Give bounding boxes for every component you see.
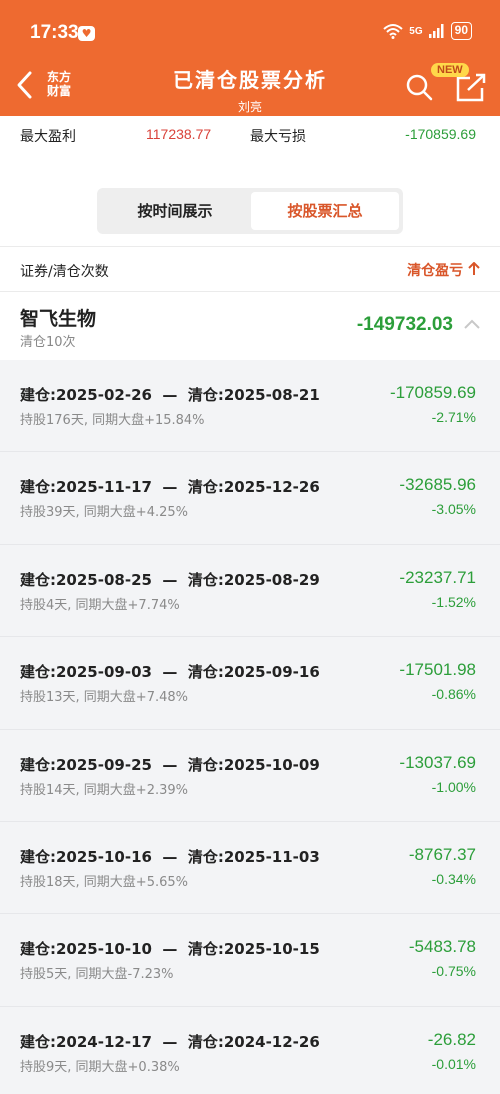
list-item[interactable]: 建仓:2025-08-25 — 清仓:2025-08-29 持股4天, 同期大盘+… <box>0 544 500 638</box>
trade-holding-info: 持股4天, 同期大盘+7.74% <box>20 597 180 613</box>
trade-holding-info: 持股5天, 同期大盘-7.23% <box>20 967 174 983</box>
trade-dates: 建仓:2024-12-17 — 清仓:2024-12-26 <box>20 1032 320 1051</box>
page-title: 已清仓股票分析 <box>173 68 327 92</box>
app-header: 17:33 ♥ 5G 90 东方 财富 已清仓股票分析 刘亮 NEW <box>0 0 500 116</box>
max-profit-label: 最大盈利 <box>20 129 76 145</box>
trade-amount: -17501.98 <box>399 660 476 680</box>
stock-total-pnl: -149732.03 <box>356 314 453 335</box>
logo-line-1: 东方 <box>46 70 71 84</box>
trade-holding-info: 持股14天, 同期大盘+2.39% <box>20 782 188 798</box>
signal-icon <box>428 24 444 38</box>
trade-holding-info: 持股18天, 同期大盘+5.65% <box>20 874 188 890</box>
clear-count: 清仓10次 <box>20 335 76 350</box>
arrow-up-icon <box>468 261 480 275</box>
trade-holding-info: 持股39天, 同期大盘+4.25% <box>20 505 188 521</box>
search-icon[interactable] <box>404 72 434 102</box>
trade-holding-info: 持股13天, 同期大盘+7.48% <box>20 690 188 706</box>
sort-by-pnl-button[interactable]: 清仓盈亏 <box>407 260 480 280</box>
trade-list: 建仓:2025-02-26 — 清仓:2025-08-21 持股176天, 同期大… <box>0 360 500 1094</box>
stock-name: 智飞生物 <box>20 308 97 330</box>
trade-percent: -0.01% <box>431 1055 476 1072</box>
trade-dates: 建仓:2025-09-25 — 清仓:2025-10-09 <box>20 755 320 774</box>
trade-holding-info: 持股9天, 同期大盘+0.38% <box>20 1059 180 1075</box>
trade-amount: -26.82 <box>427 1029 476 1049</box>
max-profit-value: 117238.77 <box>146 126 212 142</box>
trade-dates: 建仓:2025-10-10 — 清仓:2025-10-15 <box>20 940 320 959</box>
status-time: 17:33 <box>30 22 79 43</box>
trade-dates: 建仓:2025-09-03 — 清仓:2025-09-16 <box>20 663 320 682</box>
network-type: 5G <box>409 25 423 37</box>
trade-amount: -5483.78 <box>408 937 476 957</box>
trade-percent: -1.52% <box>431 593 476 610</box>
trade-percent: -1.00% <box>431 778 476 795</box>
list-item[interactable]: 建仓:2025-10-16 — 清仓:2025-11-03 持股18天, 同期大盘… <box>0 821 500 915</box>
trade-dates: 建仓:2025-02-26 — 清仓:2025-08-21 <box>20 386 320 404</box>
view-toggle-bar: 按时间展示 按股票汇总 <box>0 176 500 246</box>
page-subtitle: 刘亮 <box>237 100 262 114</box>
list-item[interactable]: 建仓:2025-02-26 — 清仓:2025-08-21 持股176天, 同期大… <box>0 360 500 453</box>
trade-dates: 建仓:2025-10-16 — 清仓:2025-11-03 <box>20 847 320 866</box>
wifi-icon <box>383 24 403 39</box>
trade-percent: -2.71% <box>431 409 476 425</box>
header-title-block: 已清仓股票分析 刘亮 <box>125 64 375 115</box>
list-item[interactable]: 建仓:2024-12-17 — 清仓:2024-12-26 持股9天, 同期大盘+… <box>0 1006 500 1094</box>
chevron-up-icon[interactable] <box>464 318 480 330</box>
column-security-count: 证券/清仓次数 <box>20 264 109 280</box>
logo-line-2: 财富 <box>46 84 71 98</box>
trade-percent: -3.05% <box>431 501 476 518</box>
view-toggle: 按时间展示 按股票汇总 <box>97 188 403 234</box>
tab-by-stock[interactable]: 按股票汇总 <box>251 192 399 230</box>
app-logo[interactable]: 东方 财富 <box>43 70 75 98</box>
trade-percent: -0.86% <box>431 686 476 703</box>
trade-percent: -0.75% <box>431 963 476 980</box>
status-icons: 5G 90 <box>383 22 472 40</box>
trade-dates: 建仓:2025-08-25 — 清仓:2025-08-29 <box>20 570 320 589</box>
trade-amount: -32685.96 <box>399 475 476 495</box>
list-item[interactable]: 建仓:2025-11-17 — 清仓:2025-12-26 持股39天, 同期大盘… <box>0 452 500 545</box>
list-item[interactable]: 建仓:2025-09-03 — 清仓:2025-09-16 持股13天, 同期大盘… <box>0 637 500 730</box>
status-bar: 17:33 ♥ 5G 90 <box>0 0 500 54</box>
max-loss-label: 最大亏损 <box>250 129 306 145</box>
list-item[interactable]: 建仓:2025-09-25 — 清仓:2025-10-09 持股14天, 同期大盘… <box>0 729 500 822</box>
trade-amount: -23237.71 <box>399 567 476 587</box>
battery-icon: 90 <box>450 22 472 40</box>
max-loss-value: -170859.69 <box>405 126 476 142</box>
new-badge: NEW <box>431 63 469 77</box>
heart-icon: ♥ <box>78 26 95 41</box>
trade-dates: 建仓:2025-11-17 — 清仓:2025-12-26 <box>20 478 320 497</box>
trade-amount: -13037.69 <box>399 752 476 772</box>
top-stats: 最大盈利 117238.77 最大亏损 -170859.69 <box>0 116 500 176</box>
list-item[interactable]: 建仓:2025-10-10 — 清仓:2025-10-15 持股5天, 同期大盘-… <box>0 914 500 1007</box>
stock-summary[interactable]: 智飞生物 清仓10次 -149732.03 <box>0 292 500 360</box>
column-header: 证券/清仓次数 清仓盈亏 <box>0 246 500 292</box>
trade-percent: -0.34% <box>431 870 476 887</box>
trade-amount: -170859.69 <box>389 383 476 402</box>
trade-holding-info: 持股176天, 同期大盘+15.84% <box>20 413 205 428</box>
trade-amount: -8767.37 <box>408 844 476 864</box>
sort-label: 清仓盈亏 <box>407 263 464 279</box>
chevron-left-icon[interactable] <box>14 70 36 100</box>
tab-by-time[interactable]: 按时间展示 <box>101 192 249 230</box>
